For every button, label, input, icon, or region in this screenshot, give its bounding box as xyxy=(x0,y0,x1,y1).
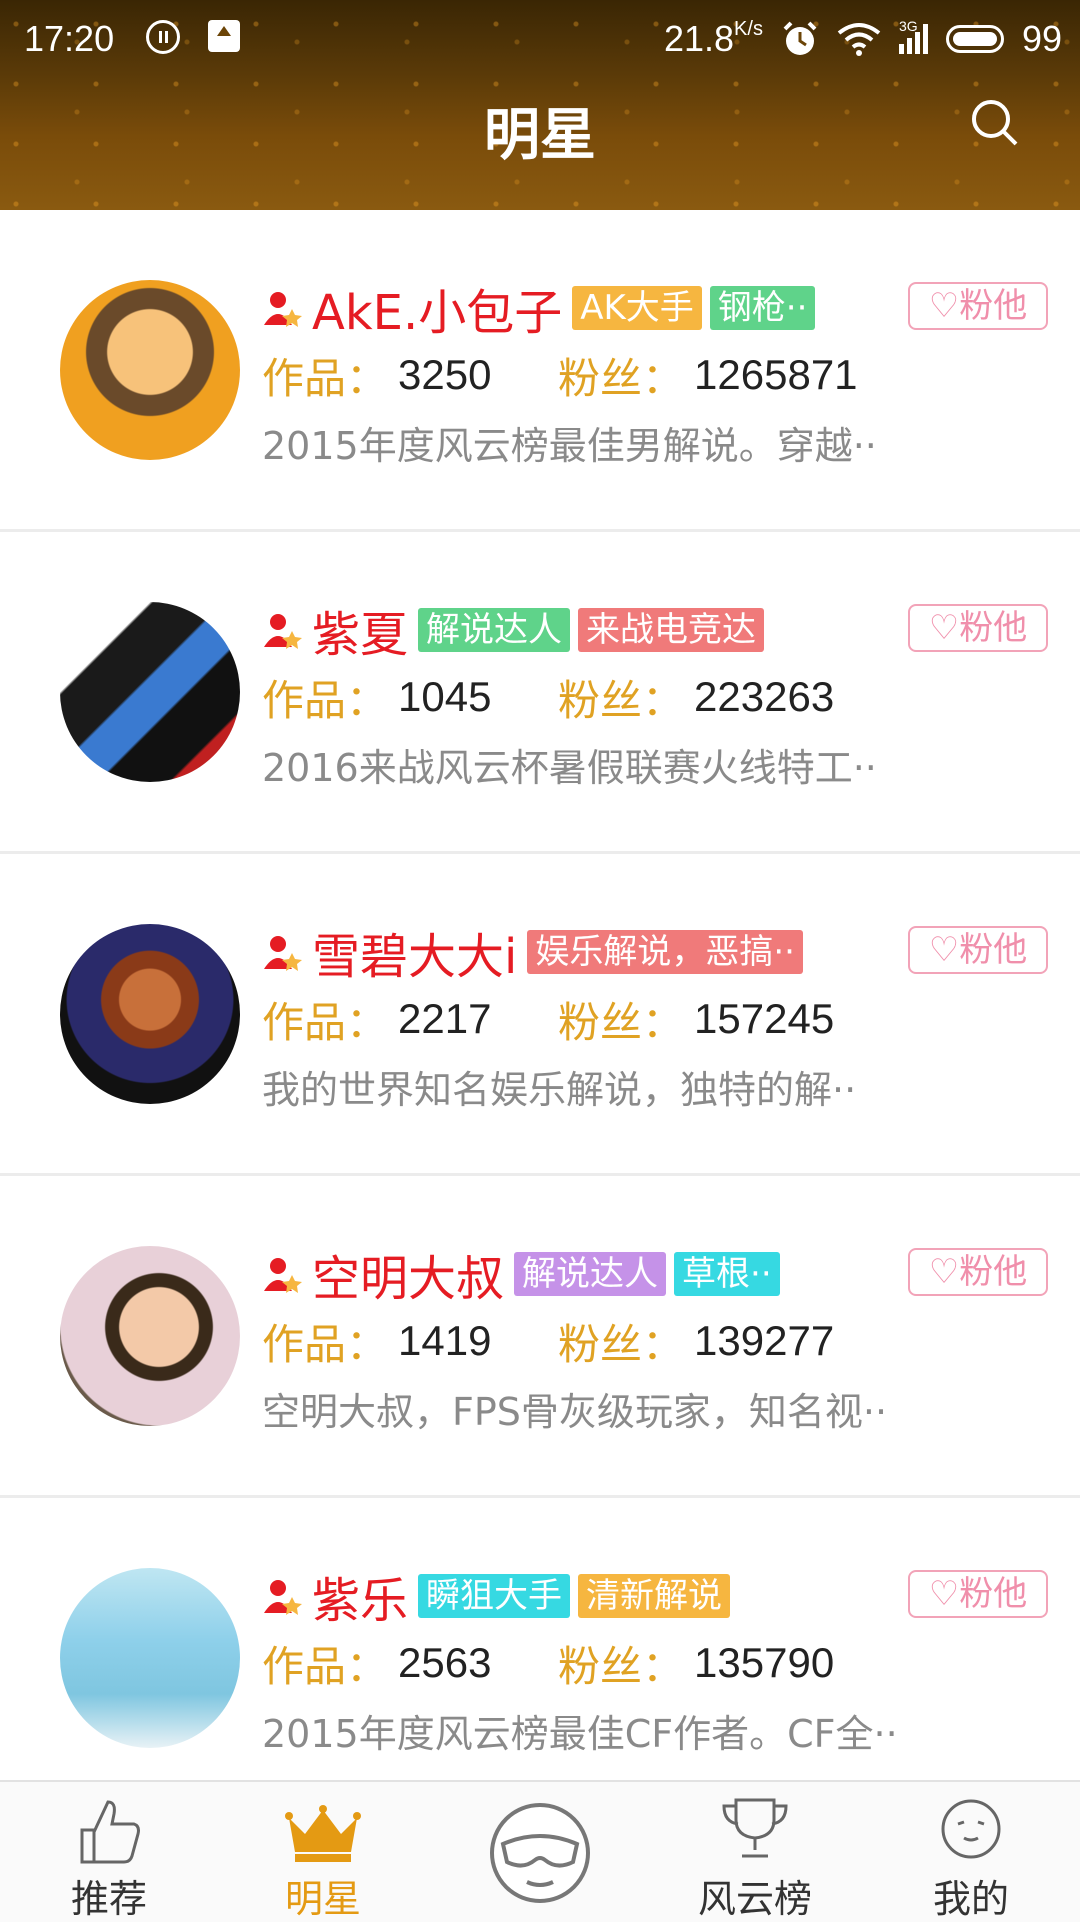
nav-center[interactable] xyxy=(480,1782,600,1922)
follow-button[interactable]: ♡粉他 xyxy=(908,282,1048,330)
list-item[interactable]: 雪碧大大i 娱乐解说，恶搞·· ♡粉他 作品： 2217 粉丝： 157245 … xyxy=(0,854,1080,1176)
face-icon xyxy=(941,1799,1001,1859)
list-item[interactable]: 空明大叔 解说达人 草根·· ♡粉他 作品： 1419 粉丝： 139277 空… xyxy=(0,1176,1080,1498)
tag-badge: 解说达人 xyxy=(418,608,571,652)
fans-count: 1265871 xyxy=(694,351,858,398)
celebrity-name[interactable]: 空明大叔 xyxy=(312,1239,504,1309)
works-count: 3250 xyxy=(398,351,492,398)
nav-label: 我的 xyxy=(932,1877,1009,1921)
avatar[interactable] xyxy=(60,924,240,1104)
status-right: 21.8K/s 3G 99 xyxy=(664,18,1062,60)
celebrity-list: AkE.小包子 AK大手 钢枪·· ♡粉他 作品： 3250 粉丝： 12658… xyxy=(0,210,1080,1820)
celebrity-icon xyxy=(264,292,302,327)
trophy-icon xyxy=(722,1798,788,1858)
fans-count: 223263 xyxy=(694,673,835,720)
pause-icon xyxy=(146,20,180,54)
alarm-icon xyxy=(783,21,817,55)
fans-label: 粉丝： xyxy=(558,353,685,403)
nav-ranking[interactable]: 风云榜 xyxy=(690,1782,820,1922)
page-title: 明星 xyxy=(484,103,596,168)
nav-stars[interactable]: 明星 xyxy=(258,1782,388,1922)
works-label: 作品： xyxy=(262,675,389,725)
celebrity-description: 2015年度风云榜最佳男解说。穿越·· xyxy=(262,424,877,468)
celebrity-description: 空明大叔，FPS骨灰级玩家，知名视·· xyxy=(262,1390,888,1434)
celebrity-description: 2016来战风云杯暑假联赛火线特工·· xyxy=(262,746,877,790)
status-bar: 17:20 21.8K/s 3G 99 xyxy=(0,0,1080,78)
list-item[interactable]: 紫乐 瞬狙大手 清新解说 ♡粉他 作品： 2563 粉丝： 135790 201… xyxy=(0,1498,1080,1820)
cell-signal-icon: 3G xyxy=(898,18,928,54)
stats-line: 作品： 1419 粉丝： 139277 xyxy=(262,1311,834,1371)
celebrity-description: 2015年度风云榜最佳CF作者。CF全·· xyxy=(262,1712,898,1756)
list-item[interactable]: 紫夏 解说达人 来战电竞达 ♡粉他 作品： 1045 粉丝： 223263 20… xyxy=(0,532,1080,854)
nav-label: 风云榜 xyxy=(697,1877,812,1921)
fans-label: 粉丝： xyxy=(558,675,685,725)
avatar[interactable] xyxy=(60,280,240,460)
list-item[interactable]: AkE.小包子 AK大手 钢枪·· ♡粉他 作品： 3250 粉丝： 12658… xyxy=(0,210,1080,532)
fans-label: 粉丝： xyxy=(558,997,685,1047)
follow-button[interactable]: ♡粉他 xyxy=(908,1248,1048,1296)
tag-badge: 解说达人 xyxy=(514,1252,667,1296)
celebrity-icon xyxy=(264,1258,302,1293)
tag-badge: 瞬狙大手 xyxy=(418,1574,571,1618)
avatar[interactable] xyxy=(60,1568,240,1748)
fans-label: 粉丝： xyxy=(558,1319,685,1369)
works-count: 2217 xyxy=(398,995,492,1042)
nav-label: 推荐 xyxy=(70,1877,147,1921)
celebrity-name[interactable]: 紫夏 xyxy=(312,595,408,665)
celebrity-icon xyxy=(264,614,302,649)
bottom-nav: 推荐 明星 风云榜 我的 xyxy=(0,1780,1080,1922)
works-label: 作品： xyxy=(262,1641,389,1691)
follow-button[interactable]: ♡粉他 xyxy=(908,1570,1048,1618)
fans-count: 157245 xyxy=(694,995,835,1042)
follow-button[interactable]: ♡粉他 xyxy=(908,604,1048,652)
tag-badge: 草根·· xyxy=(674,1252,780,1296)
fans-count: 139277 xyxy=(694,1317,835,1364)
search-icon[interactable] xyxy=(970,98,1020,148)
tag-badge: 来战电竞达 xyxy=(578,608,765,652)
works-count: 1045 xyxy=(398,673,492,720)
stats-line: 作品： 3250 粉丝： 1265871 xyxy=(262,345,858,405)
upload-icon xyxy=(208,20,240,52)
tag-badge: 钢枪·· xyxy=(709,286,816,330)
stats-line: 作品： 1045 粉丝： 223263 xyxy=(262,667,834,727)
header-bar: 17:20 21.8K/s 3G 99 明星 xyxy=(0,0,1080,210)
celebrity-icon xyxy=(264,1580,302,1615)
tag-badge: AK大手 xyxy=(572,286,702,330)
battery-icon xyxy=(945,25,1004,53)
celebrity-name[interactable]: 紫乐 xyxy=(312,1561,408,1631)
works-count: 1419 xyxy=(398,1317,492,1364)
status-time: 17:20 xyxy=(24,18,115,59)
tag-badge: 清新解说 xyxy=(578,1574,731,1618)
works-label: 作品： xyxy=(262,353,389,403)
fans-count: 135790 xyxy=(694,1639,835,1686)
wifi-icon xyxy=(837,23,881,56)
network-speed: 21.8K/s xyxy=(663,18,763,59)
battery-level: 99 xyxy=(1021,18,1062,59)
avatar[interactable] xyxy=(60,1246,240,1426)
follow-button[interactable]: ♡粉他 xyxy=(908,926,1048,974)
stats-line: 作品： 2217 粉丝： 157245 xyxy=(262,989,834,1049)
crown-icon xyxy=(285,1805,361,1862)
celebrity-name[interactable]: AkE.小包子 xyxy=(312,273,562,343)
celebrity-name[interactable]: 雪碧大大i xyxy=(312,917,517,987)
nav-mine[interactable]: 我的 xyxy=(906,1782,1036,1922)
nav-recommend[interactable]: 推荐 xyxy=(44,1782,174,1922)
celebrity-icon xyxy=(264,936,302,971)
tag-badge: 娱乐解说，恶搞·· xyxy=(527,930,803,974)
fans-label: 粉丝： xyxy=(558,1641,685,1691)
works-label: 作品： xyxy=(262,997,389,1047)
celebrity-description: 我的世界知名娱乐解说，独特的解·· xyxy=(262,1068,857,1112)
goggles-face-icon xyxy=(490,1803,590,1903)
thumbs-up-icon xyxy=(80,1800,140,1864)
stats-line: 作品： 2563 粉丝： 135790 xyxy=(262,1633,834,1693)
works-label: 作品： xyxy=(262,1319,389,1369)
avatar[interactable] xyxy=(60,602,240,782)
works-count: 2563 xyxy=(398,1639,492,1686)
nav-label: 明星 xyxy=(284,1877,361,1921)
